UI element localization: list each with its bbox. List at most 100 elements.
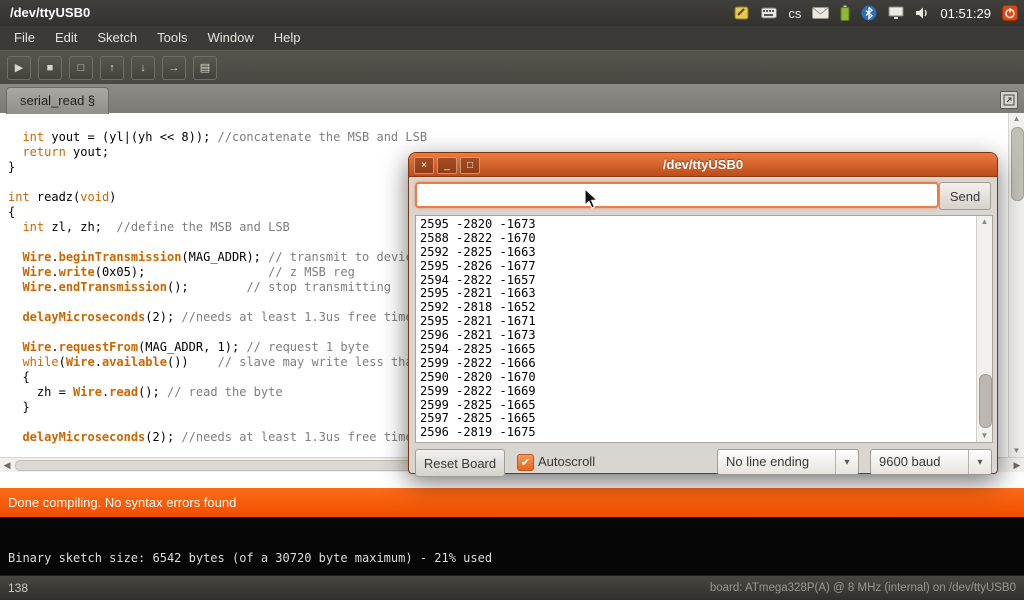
log-line: 2599 -2825 -1665 <box>420 399 536 413</box>
chevron-down-icon[interactable]: ▾ <box>835 450 858 474</box>
log-line: 2596 -2819 -1675 <box>420 426 536 440</box>
scroll-right-icon[interactable]: ▶ <box>1010 458 1024 472</box>
editor-vertical-scrollbar[interactable]: ▲ ▼ <box>1008 113 1024 457</box>
mouse-cursor <box>584 188 600 215</box>
menu-help[interactable]: Help <box>264 26 311 50</box>
line-ending-value: No line ending <box>726 450 809 474</box>
autoscroll-checkbox[interactable]: ✔ <box>517 454 534 471</box>
log-line: 2592 -2825 -1663 <box>420 246 536 260</box>
editor-vscroll-handle[interactable] <box>1011 127 1024 201</box>
code-line: } <box>8 400 427 415</box>
menu-tools[interactable]: Tools <box>147 26 197 50</box>
serial-monitor-controls: Reset Board ✔ Autoscroll No line ending … <box>415 449 991 475</box>
code-line: Wire.beginTransmission(MAG_ADDR); // tra… <box>8 250 427 265</box>
window-title: /dev/ttyUSB0 <box>10 0 90 26</box>
mail-icon[interactable] <box>812 7 829 19</box>
log-line: 2595 -2821 -1671 <box>420 315 536 329</box>
serial-monitor-title: /dev/ttyUSB0 <box>409 153 997 177</box>
tab-serial-read[interactable]: serial_read § <box>6 87 109 114</box>
clock[interactable]: 01:51:29 <box>940 6 991 21</box>
code-line <box>8 295 427 310</box>
chevron-down-icon[interactable]: ▾ <box>968 450 991 474</box>
scroll-left-icon[interactable]: ◀ <box>0 458 14 472</box>
line-number: 138 <box>8 576 28 600</box>
network-icon[interactable] <box>888 6 904 20</box>
log-line: 2595 -2826 -1677 <box>420 260 536 274</box>
baud-rate-dropdown[interactable]: 9600 baud ▾ <box>870 449 992 475</box>
line-ending-dropdown[interactable]: No line ending ▾ <box>717 449 859 475</box>
session-menu-icon[interactable] <box>1002 5 1018 21</box>
bluetooth-icon[interactable] <box>861 5 877 21</box>
scroll-up-icon[interactable]: ▲ <box>977 216 992 228</box>
new-sketch-button[interactable]: □ <box>69 56 93 80</box>
menu-sketch[interactable]: Sketch <box>87 26 147 50</box>
tab-bar: serial_read § <box>0 84 1024 113</box>
scroll-up-icon[interactable]: ▲ <box>1009 113 1024 125</box>
serial-log-scrollbar[interactable]: ▲ ▼ <box>976 216 992 442</box>
footer-status-bar: 138 board: ATmega328P(A) @ 8 MHz (intern… <box>0 575 1024 600</box>
keyboard-layout-label[interactable]: cs <box>788 6 801 21</box>
upload-button[interactable]: → <box>162 56 186 80</box>
verify-button[interactable]: ▶ <box>7 56 31 80</box>
menu-bar: FileEditSketchToolsWindowHelp <box>0 26 1024 50</box>
baud-rate-value: 9600 baud <box>879 450 940 474</box>
screen: /dev/ttyUSB0 cs 01:51: <box>0 0 1024 600</box>
serial-monitor-button[interactable]: ▤ <box>193 56 217 80</box>
serial-log: 2595 -2820 -16732588 -2822 -16702592 -28… <box>420 218 536 440</box>
log-line: 2595 -2820 -1673 <box>420 218 536 232</box>
keyboard-layout-icon[interactable] <box>761 7 777 19</box>
serial-log-area[interactable]: 2595 -2820 -16732588 -2822 -16702592 -28… <box>415 215 993 443</box>
code-line: Wire.requestFrom(MAG_ADDR, 1); // reques… <box>8 340 427 355</box>
volume-icon[interactable] <box>915 6 929 20</box>
menu-edit[interactable]: Edit <box>45 26 87 50</box>
code-line <box>8 415 427 430</box>
serial-input[interactable] <box>415 182 939 208</box>
code-line: return yout; <box>8 145 427 160</box>
log-line: 2594 -2822 -1657 <box>420 274 536 288</box>
log-line: 2590 -2820 -1670 <box>420 371 536 385</box>
scroll-down-icon[interactable]: ▼ <box>977 430 992 442</box>
code-line <box>8 325 427 340</box>
log-line: 2588 -2822 -1670 <box>420 232 536 246</box>
code-line: } <box>8 160 427 175</box>
menu-file[interactable]: File <box>4 26 45 50</box>
log-line: 2595 -2821 -1663 <box>420 287 536 301</box>
notes-icon[interactable] <box>734 5 750 21</box>
log-line: 2599 -2822 -1666 <box>420 357 536 371</box>
autoscroll-label[interactable]: Autoscroll <box>538 449 595 475</box>
code-area[interactable]: int yout = (yl|(yh << 8)); //concatenate… <box>8 130 427 445</box>
code-line <box>8 175 427 190</box>
log-line: 2597 -2825 -1665 <box>420 412 536 426</box>
open-sketch-button[interactable]: ↑ <box>100 56 124 80</box>
system-top-bar: /dev/ttyUSB0 cs 01:51: <box>0 0 1024 26</box>
code-line: Wire.write(0x05); // z MSB reg <box>8 265 427 280</box>
code-line: int zl, zh; //define the MSB and LSB <box>8 220 427 235</box>
code-line: int yout = (yl|(yh << 8)); //concatenate… <box>8 130 427 145</box>
code-line: { <box>8 370 427 385</box>
tab-menu-button[interactable] <box>1000 91 1018 109</box>
send-button[interactable]: Send <box>939 182 991 210</box>
serial-monitor-window: × _ □ /dev/ttyUSB0 Send 2595 -2820 -1673… <box>408 152 998 474</box>
serial-monitor-titlebar[interactable]: × _ □ /dev/ttyUSB0 <box>409 153 997 177</box>
scroll-down-icon[interactable]: ▼ <box>1009 445 1024 457</box>
serial-log-scroll-handle[interactable] <box>979 374 992 428</box>
menu-window[interactable]: Window <box>197 26 263 50</box>
build-console: Binary sketch size: 6542 bytes (of a 307… <box>0 517 1024 575</box>
code-line: delayMicroseconds(2); //needs at least 1… <box>8 430 427 445</box>
code-line <box>8 235 427 250</box>
reset-board-button[interactable]: Reset Board <box>415 449 505 477</box>
stop-button[interactable]: ■ <box>38 56 62 80</box>
system-tray: cs 01:51:29 <box>734 0 1018 26</box>
battery-icon[interactable] <box>840 5 850 21</box>
code-line: { <box>8 205 427 220</box>
log-line: 2599 -2822 -1669 <box>420 385 536 399</box>
code-line: int readz(void) <box>8 190 427 205</box>
compile-status-bar: Done compiling. No syntax errors found <box>0 488 1024 517</box>
save-sketch-button[interactable]: ↓ <box>131 56 155 80</box>
code-line: while(Wire.available()) // slave may wri… <box>8 355 427 370</box>
log-line: 2592 -2818 -1652 <box>420 301 536 315</box>
code-line: delayMicroseconds(2); //needs at least 1… <box>8 310 427 325</box>
code-line: Wire.endTransmission(); // stop transmit… <box>8 280 427 295</box>
toolbar: ▶ ■ □ ↑ ↓ → ▤ <box>0 50 1024 84</box>
log-line: 2596 -2821 -1673 <box>420 329 536 343</box>
